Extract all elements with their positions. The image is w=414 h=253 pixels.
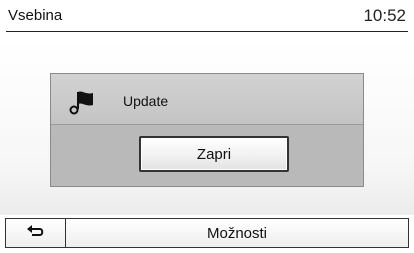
dialog-message: Update xyxy=(123,93,169,109)
update-dialog: Update Zapri xyxy=(50,73,364,187)
options-button[interactable]: Možnosti xyxy=(66,219,408,247)
dialog-message-area: Update xyxy=(51,74,363,125)
back-button[interactable] xyxy=(6,219,66,247)
header-bar: Vsebina 10:52 xyxy=(0,0,414,30)
close-button[interactable]: Zapri xyxy=(139,136,289,172)
back-arrow-icon xyxy=(26,223,46,244)
clock: 10:52 xyxy=(363,6,406,25)
flag-icon xyxy=(67,88,95,116)
page-title: Vsebina xyxy=(8,7,63,24)
header-divider xyxy=(6,31,408,32)
bottom-bar: Možnosti xyxy=(5,218,409,248)
